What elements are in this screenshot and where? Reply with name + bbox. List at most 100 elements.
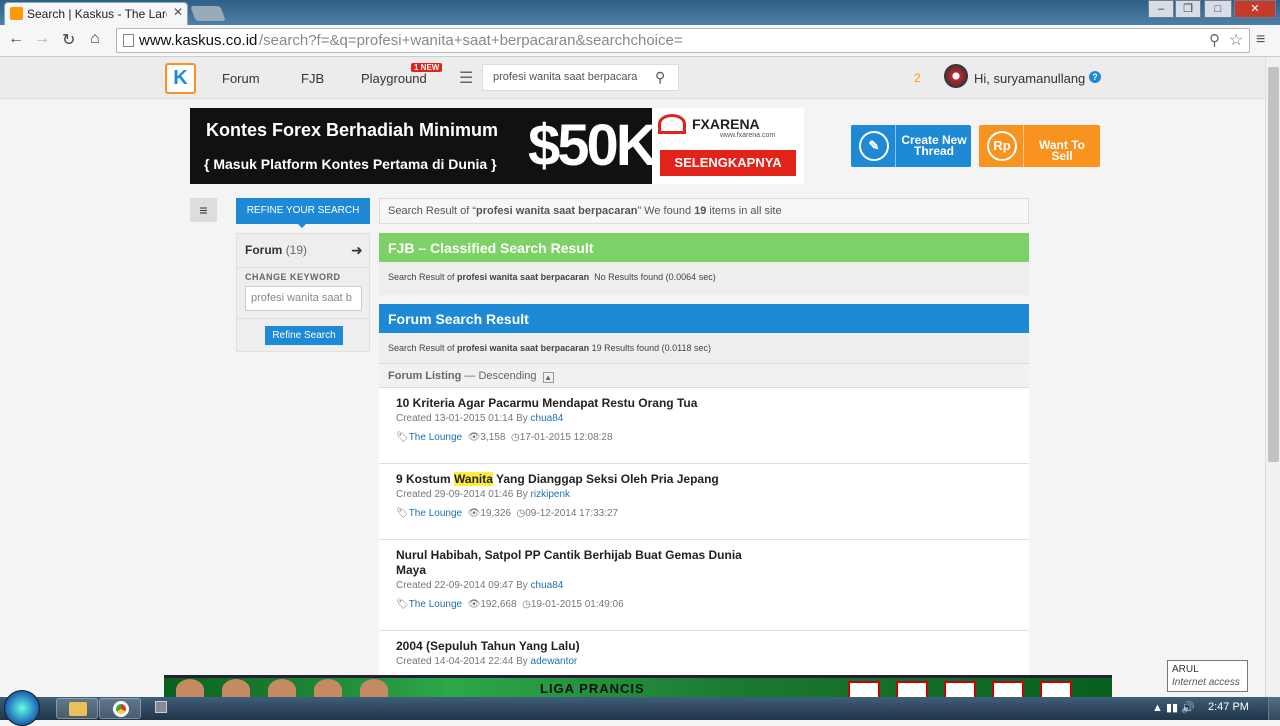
keyword-input[interactable]: profesi wanita saat b: [245, 286, 362, 311]
nav-fjb[interactable]: FJB: [301, 71, 324, 86]
thread-title[interactable]: Nurul Habibah, Satpol PP Cantik Berhijab…: [396, 548, 756, 578]
taskbar-clock[interactable]: 2:47 PM: [1208, 701, 1249, 713]
thread-category-link[interactable]: The Lounge: [409, 599, 462, 610]
help-icon[interactable]: ?: [1089, 71, 1101, 83]
sidebar-forum-label: Forum: [245, 243, 283, 257]
kaskus-favicon-icon: [10, 7, 23, 20]
site-header: K Forum FJB Playground 1 NEW ☰ profesi w…: [0, 57, 1265, 99]
pencil-icon: ✎: [859, 131, 889, 161]
search-icon[interactable]: ⚲: [655, 69, 665, 86]
arrow-right-icon[interactable]: ➜: [351, 242, 363, 259]
taskbar-window-icon[interactable]: [155, 701, 167, 713]
hamburger-icon[interactable]: ☰: [459, 68, 473, 88]
url-path: /search?f=&q=profesi+wanita+saat+berpaca…: [259, 32, 683, 49]
list-item: 10 Kriteria Agar Pacarmu Mendapat Restu …: [379, 388, 1029, 464]
list-item: Nurul Habibah, Satpol PP Cantik Berhijab…: [379, 540, 1029, 631]
thread-views: 192,668: [480, 599, 517, 610]
tab-close-icon[interactable]: ✕: [173, 5, 183, 19]
new-tab-button[interactable]: [190, 6, 226, 21]
sidebar-toggle-icon[interactable]: ≡: [190, 198, 217, 222]
thread-meta: 🏷The Lounge 👁192,668 ◷19-01-2015 01:49:0…: [396, 599, 624, 610]
chrome-menu-icon[interactable]: ≡: [1256, 31, 1265, 49]
forward-icon[interactable]: →: [34, 30, 50, 48]
forum-listing-bar: Forum Listing — Descending ▲: [379, 364, 1029, 388]
taskbar-chrome-button[interactable]: [99, 698, 141, 719]
user-greeting[interactable]: Hi, suryamanullang: [974, 71, 1085, 86]
reload-icon[interactable]: ↻: [62, 30, 75, 50]
summary-count: 19: [694, 205, 707, 217]
taskbar-explorer-button[interactable]: [56, 698, 98, 719]
show-desktop-button[interactable]: [1268, 697, 1280, 720]
thread-title[interactable]: 10 Kriteria Agar Pacarmu Mendapat Restu …: [396, 396, 756, 411]
zoom-icon[interactable]: ⚲: [1209, 31, 1220, 49]
thread-views: 19,326: [480, 508, 511, 519]
player-face-icon: [176, 679, 204, 697]
banner-headline: Kontes Forex Berhadiah Minimum: [206, 120, 499, 140]
eye-icon: 👁: [467, 432, 481, 443]
thread-last-post: 19-01-2015 01:49:06: [530, 599, 624, 610]
liga-prancis-ad[interactable]: LIGA PRANCIS: [164, 675, 1112, 697]
start-button[interactable]: [4, 690, 40, 726]
listing-label: Forum Listing: [388, 370, 462, 382]
banner-subline: { Masuk Platform Kontes Pertama di Dunia…: [204, 156, 497, 172]
url-host: www.kaskus.co.id: [139, 32, 258, 49]
scrollbar-thumb[interactable]: [1268, 67, 1279, 462]
page-scrollbar[interactable]: [1265, 57, 1280, 697]
browser-tab-bar: Search | Kaskus - The Larg ✕ ‒ ❐ □ ✕: [0, 0, 1280, 25]
player-face-icon: [360, 679, 388, 697]
address-bar[interactable]: www.kaskus.co.id /search?f=&q=profesi+wa…: [116, 28, 1250, 53]
thread-title[interactable]: 2004 (Sepuluh Tahun Yang Lalu): [396, 639, 756, 654]
banner-cta-button[interactable]: SELENGKAPNYA: [660, 150, 796, 176]
window-minimize-button[interactable]: ‒: [1148, 0, 1174, 18]
home-icon[interactable]: ⌂: [90, 30, 100, 48]
rupiah-icon: Rp: [987, 131, 1017, 161]
fjb-query: profesi wanita saat berpacaran: [457, 272, 590, 282]
back-icon[interactable]: ←: [8, 30, 24, 48]
tag-icon: 🏷: [396, 432, 409, 443]
notification-count[interactable]: 2: [914, 71, 921, 85]
summary-query: profesi wanita saat berpacaran: [476, 205, 638, 217]
sort-toggle-icon[interactable]: ▲: [542, 372, 554, 383]
sidebar-item-forum[interactable]: Forum (19): [245, 243, 307, 257]
window-close-button[interactable]: ✕: [1234, 0, 1276, 18]
thread-category-link[interactable]: The Lounge: [409, 508, 462, 519]
thread-last-post: 09-12-2014 17:33:27: [525, 508, 619, 519]
tray-icons[interactable]: ▲ ▮▮ 🔊: [1152, 701, 1195, 714]
nav-playground[interactable]: Playground: [361, 71, 427, 86]
window-maximize-button[interactable]: □: [1204, 0, 1232, 18]
thread-created: Created 14-04-2014 22:44 By adewantor: [396, 656, 577, 667]
create-thread-button[interactable]: ✎ Create New Thread: [851, 125, 971, 167]
thread-author-link[interactable]: rizkipenk: [531, 489, 570, 500]
search-input[interactable]: profesi wanita saat berpacara: [493, 71, 643, 83]
nav-forum[interactable]: Forum: [222, 71, 260, 86]
window-restore-button[interactable]: ❐: [1175, 0, 1201, 18]
forex-banner-ad[interactable]: Kontes Forex Berhadiah Minimum { Masuk P…: [190, 108, 804, 184]
list-item: 2004 (Sepuluh Tahun Yang Lalu) Created 1…: [379, 631, 1029, 678]
refine-search-tab[interactable]: REFINE YOUR SEARCH: [236, 198, 370, 224]
avatar[interactable]: [944, 64, 968, 88]
player-face-icon: [222, 679, 250, 697]
banner-amount: $50K: [528, 113, 658, 178]
thread-created-date: Created 13-01-2015 01:14 By: [396, 413, 531, 424]
forum-result: 19 Results found (0.0118 sec): [591, 343, 712, 353]
tooltip-title: ARUL: [1172, 664, 1199, 675]
browser-toolbar: ← → ↻ ⌂ www.kaskus.co.id /search?f=&q=pr…: [0, 25, 1280, 57]
sidebar-forum-count: (19): [285, 243, 308, 257]
thread-author-link[interactable]: chua84: [531, 413, 564, 424]
thread-category-link[interactable]: The Lounge: [409, 432, 462, 443]
thread-author-link[interactable]: adewantor: [531, 656, 578, 667]
league-logo-icon: [992, 681, 1024, 697]
header-search[interactable]: profesi wanita saat berpacara ⚲: [482, 64, 679, 91]
thread-author-link[interactable]: chua84: [531, 580, 564, 591]
thread-title[interactable]: 9 Kostum Wanita Yang Dianggap Seksi Oleh…: [396, 472, 756, 487]
refine-search-button[interactable]: Refine Search: [265, 326, 343, 345]
button-separator: [895, 125, 896, 167]
refine-sidebar: Forum (19) ➜ CHANGE KEYWORD profesi wani…: [236, 233, 370, 352]
summary-suffix: items in all site: [706, 205, 782, 217]
forum-query: profesi wanita saat berpacaran: [457, 343, 590, 353]
star-icon[interactable]: ☆: [1229, 30, 1243, 50]
browser-tab[interactable]: Search | Kaskus - The Larg ✕: [4, 2, 188, 25]
clock-icon: ◷: [510, 432, 520, 443]
kaskus-logo[interactable]: K: [165, 63, 196, 94]
want-to-sell-button[interactable]: Rp Want To Sell: [979, 125, 1100, 167]
